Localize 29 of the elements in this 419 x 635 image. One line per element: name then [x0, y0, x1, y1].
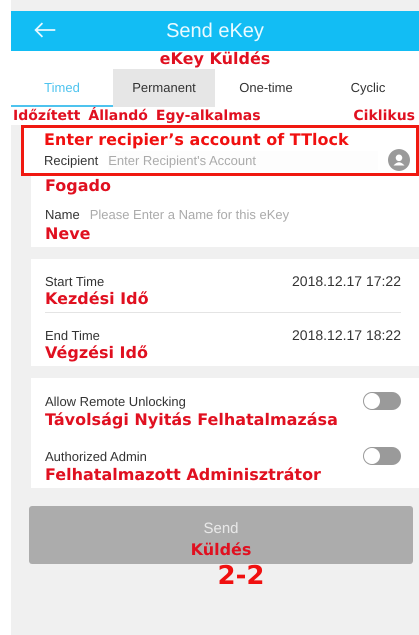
translation-label: Állandó [88, 108, 148, 124]
translation-label: Végzési Idő [45, 343, 149, 362]
translation-label: Neve [45, 224, 92, 243]
translation-label: Egy-alkalmas [156, 108, 261, 124]
name-field[interactable]: Please Enter a Name for this eKey [90, 205, 401, 224]
option-label: Allow Remote Unlocking [45, 394, 186, 408]
translation-label: Időzített [13, 108, 80, 124]
tab[interactable]: Permanent [113, 69, 215, 107]
field-label: Recipient [44, 152, 98, 168]
translation-label: Távolsági Nyitás Felhatalmazása [45, 410, 339, 429]
translation-label: Fogado [45, 176, 112, 195]
screen-title: Send eKey [166, 20, 264, 42]
page-number: 2-2 [218, 561, 264, 591]
translation-label: eKey Küldés [11, 51, 419, 69]
time-value[interactable]: 2018.12.17 17:22 [292, 273, 401, 289]
back-arrow-icon[interactable] [33, 21, 57, 39]
translation-label: Küldés [190, 540, 252, 559]
translation-label: Ciklikus [353, 108, 415, 124]
option-label: Authorized Admin [45, 448, 147, 464]
toggle-switch[interactable] [363, 447, 401, 465]
toggle-switch[interactable] [363, 392, 401, 410]
time-label: End Time [45, 328, 100, 342]
callout-text: Enter recipier’s account of TTlock [44, 130, 350, 149]
field-label: Name [45, 207, 80, 222]
contact-icon[interactable] [388, 149, 410, 171]
time-value[interactable]: 2018.12.17 18:22 [292, 327, 401, 343]
translation-label: Felhatalmazott Adminisztrátor [45, 465, 322, 484]
translation-label: Kezdési Idő [45, 289, 150, 308]
time-label: Start Time [45, 274, 104, 288]
